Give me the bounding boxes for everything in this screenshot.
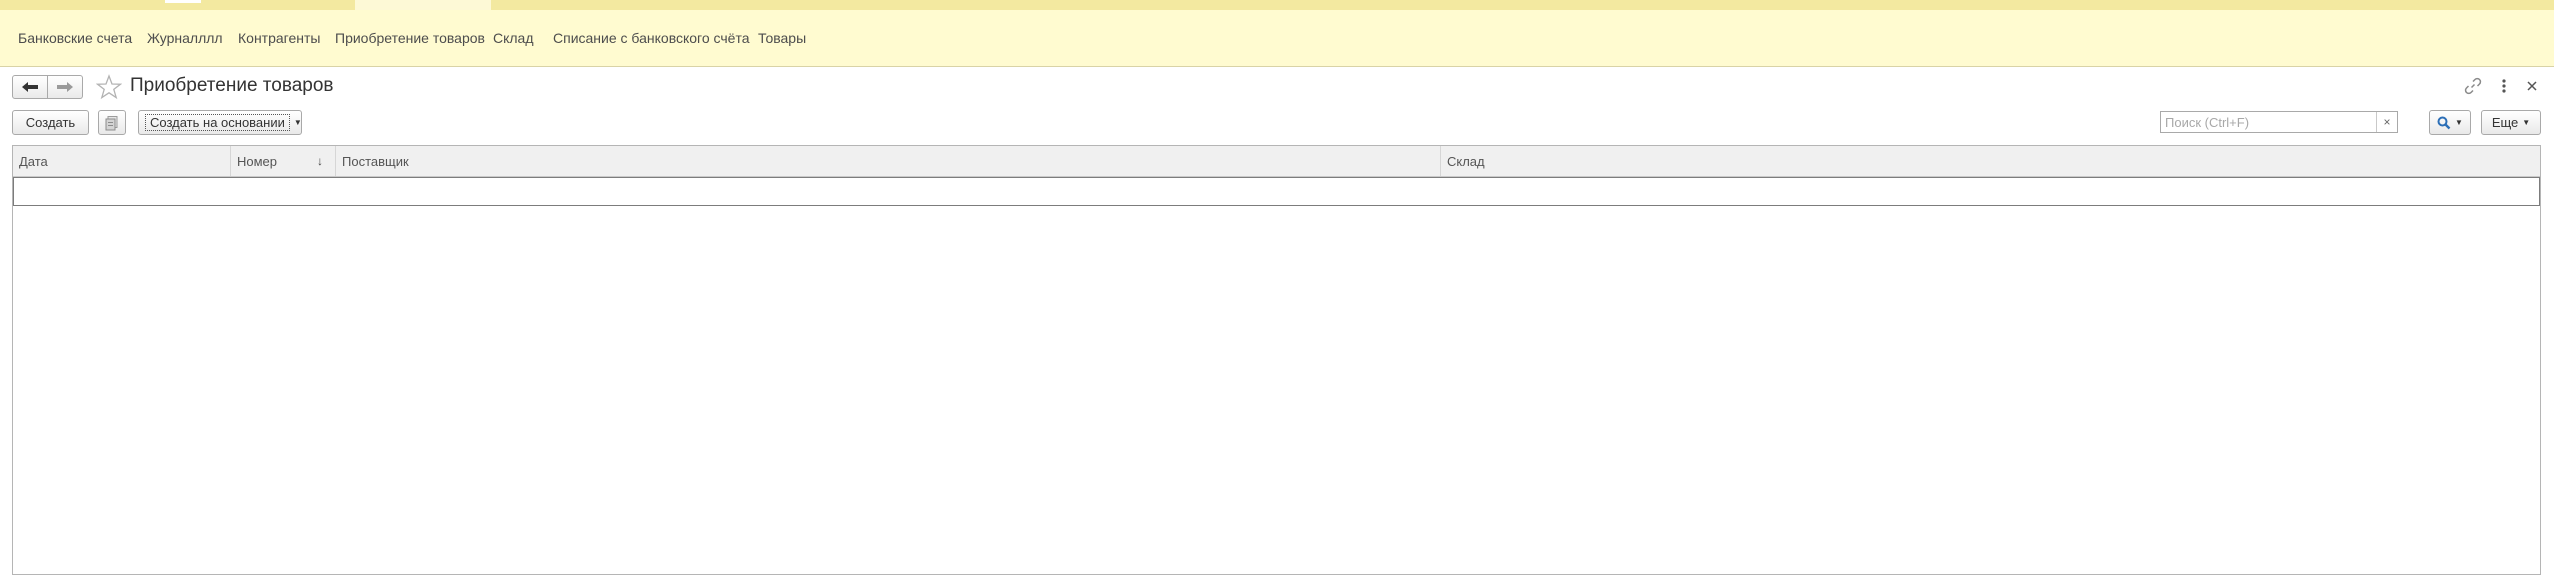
section-item-counterparties[interactable]: Контрагенты <box>238 30 320 46</box>
more-actions-button[interactable] <box>2494 76 2514 96</box>
clear-search-button[interactable]: × <box>2376 112 2397 132</box>
chevron-down-icon: ▼ <box>293 118 302 127</box>
sort-descending-icon: ↓ <box>317 154 323 168</box>
search-button[interactable]: ▼ <box>2429 110 2471 135</box>
more-label: Еще <box>2491 115 2519 130</box>
forward-button[interactable] <box>48 75 83 99</box>
section-item-warehouse[interactable]: Склад <box>493 30 534 46</box>
more-vertical-icon <box>2502 79 2506 93</box>
chevron-down-icon: ▼ <box>2522 118 2531 127</box>
link-icon <box>2464 77 2482 95</box>
active-section-tab[interactable] <box>355 0 491 10</box>
back-arrow-icon <box>22 82 38 92</box>
column-label: Поставщик <box>342 153 409 169</box>
copy-doc-button[interactable] <box>98 110 126 135</box>
column-label: Склад <box>1447 153 1485 169</box>
column-label: Номер <box>237 153 278 169</box>
more-button[interactable]: Еще ▼ <box>2481 110 2541 135</box>
history-nav <box>12 75 83 99</box>
back-button[interactable] <box>12 75 48 99</box>
create-based-on-label: Создать на основании <box>145 114 290 131</box>
table-row[interactable] <box>13 177 2540 206</box>
top-strip <box>0 0 2554 10</box>
column-header-supplier[interactable]: Поставщик <box>336 146 1441 176</box>
section-item-goods[interactable]: Товары <box>758 30 806 46</box>
chevron-down-icon: ▼ <box>2455 118 2463 127</box>
section-item-bank-writeoff[interactable]: Списание с банковского счёта <box>553 30 750 46</box>
section-item-journal[interactable]: Журналллл <box>147 30 223 46</box>
section-item-goods-purchase[interactable]: Приобретение товаров <box>335 30 485 46</box>
documents-table[interactable]: Дата Номер ↓ Поставщик Склад <box>12 145 2541 575</box>
forward-arrow-icon <box>57 82 73 92</box>
column-header-number[interactable]: Номер ↓ <box>231 146 336 176</box>
search-input[interactable] <box>2161 112 2379 132</box>
create-button[interactable]: Создать <box>12 110 89 135</box>
document-stack-icon <box>105 115 118 130</box>
close-button[interactable] <box>2522 76 2542 96</box>
section-panel: Банковские счета Журналллл Контрагенты П… <box>0 10 2554 67</box>
search-box: × <box>2160 111 2398 133</box>
column-header-date[interactable]: Дата <box>13 146 231 176</box>
page-title: Приобретение товаров <box>130 75 334 96</box>
star-icon[interactable] <box>96 74 122 100</box>
home-tab-marker[interactable] <box>165 0 201 3</box>
section-item-bank-accounts[interactable]: Банковские счета <box>18 30 132 46</box>
link-button[interactable] <box>2463 76 2483 96</box>
create-based-on-button[interactable]: Создать на основании ▼ <box>138 110 302 135</box>
close-icon <box>2527 81 2537 91</box>
column-header-warehouse[interactable]: Склад <box>1441 146 2540 176</box>
column-label: Дата <box>19 153 48 169</box>
table-header: Дата Номер ↓ Поставщик Склад <box>13 146 2540 177</box>
search-icon <box>2437 116 2451 129</box>
